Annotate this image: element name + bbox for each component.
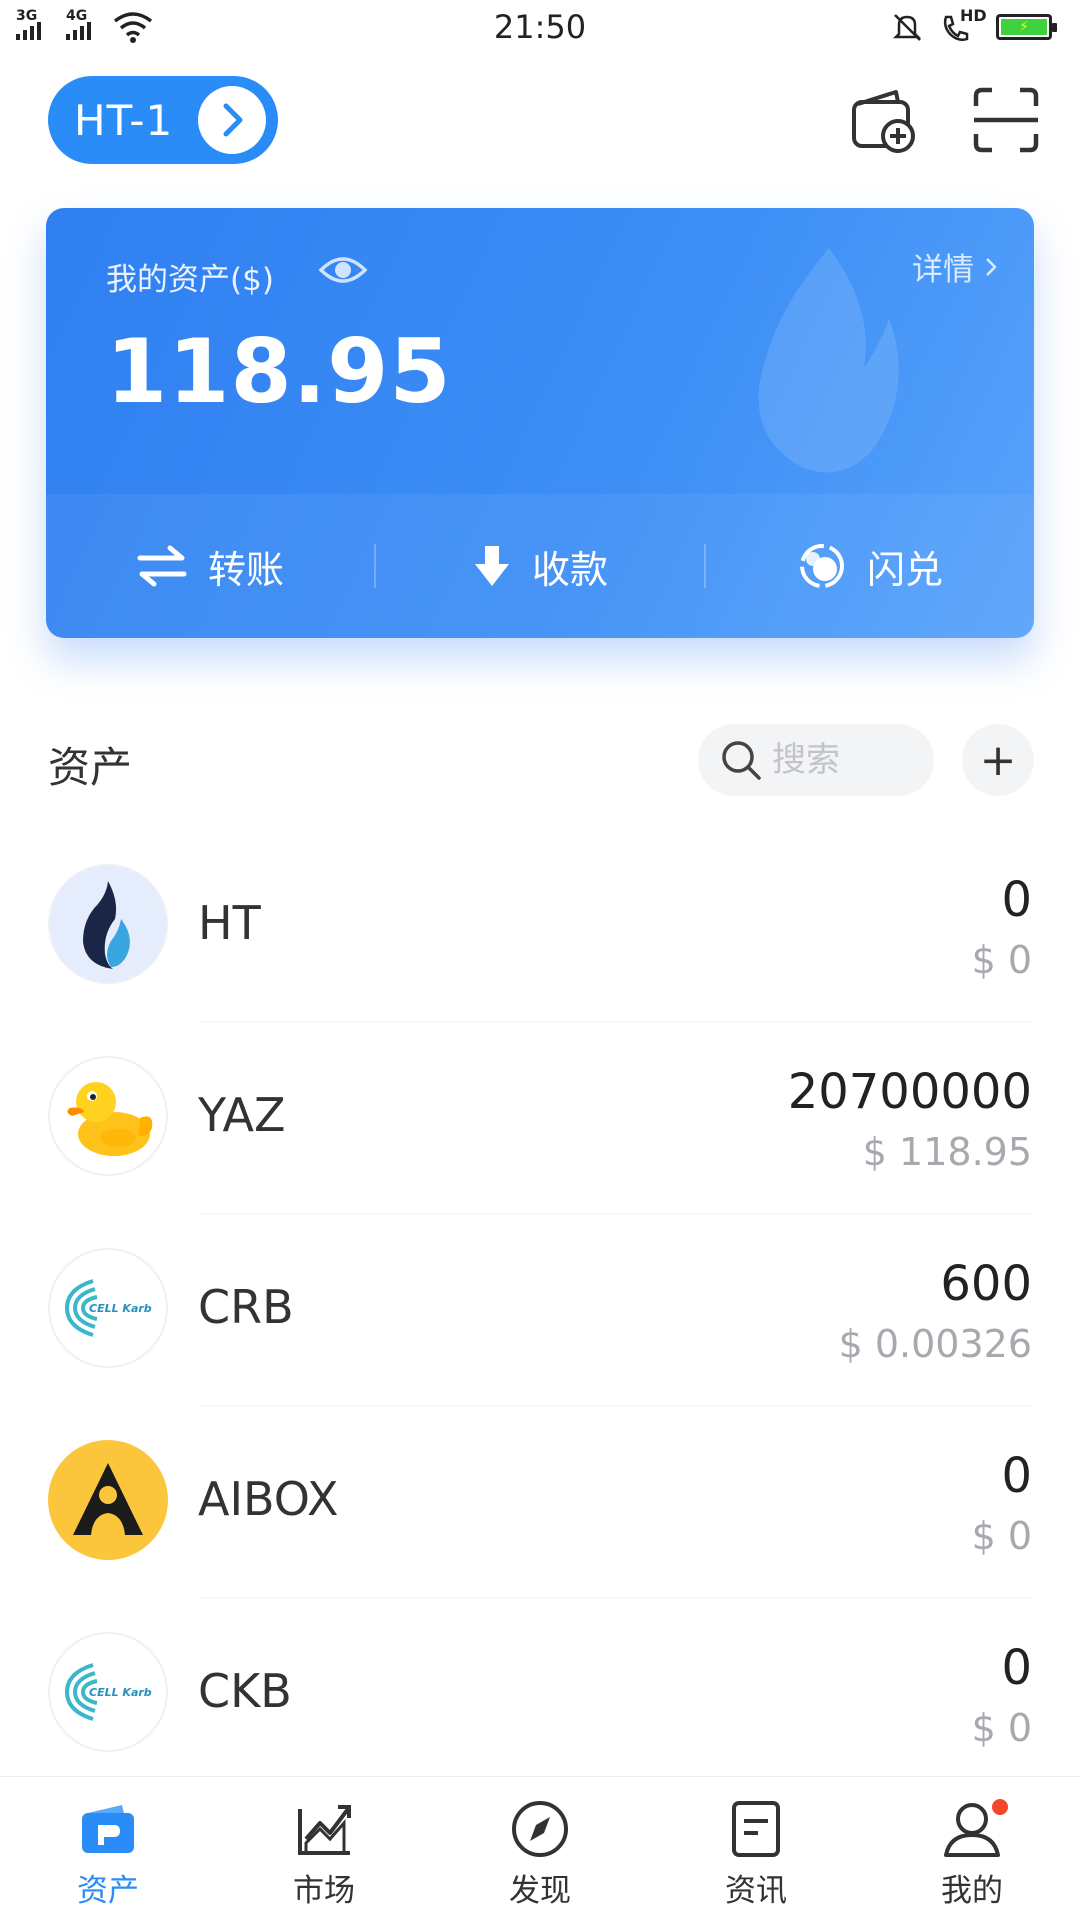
cell-karb-logo-text: CELL Karb [89,1686,152,1699]
token-list: HT 0 $ 0 YAZ 20700000 $ 118.95 CELL Karb… [0,830,1080,1790]
nav-market[interactable]: 市场 [216,1777,432,1920]
news-icon [732,1801,780,1857]
mute-bell-icon [892,14,922,41]
token-symbol: AIBOX [198,1472,339,1526]
battery-charging-icon: ⚡ [996,14,1057,40]
notification-dot [992,1799,1008,1815]
token-amount: 0 [1001,872,1032,928]
asset-card-label: 我的资产($) [106,262,274,298]
search-icon [722,741,761,780]
token-row-ht[interactable]: HT 0 $ 0 [0,830,1080,1022]
token-symbol: CKB [198,1664,292,1718]
token-row-ckb[interactable]: CELL Karb CKB 0 $ 0 [0,1598,1080,1790]
rubber-duck-logo [48,1056,168,1176]
bottom-nav: 资产 市场 发现 资讯 我的 [0,1776,1080,1920]
detail-link[interactable]: 详情 [912,244,998,289]
asset-card-actions: 转账 收款 闪兑 [46,494,1034,638]
status-right-group: HD ⚡ [890,6,1057,44]
total-balance: 118.95 [106,320,452,423]
nav-news[interactable]: 资讯 [648,1777,864,1920]
token-usd-value: $ 0 [971,1706,1032,1750]
asset-search[interactable] [698,724,934,796]
token-row-crb[interactable]: CELL Karb CRB 600 $ 0.00326 [0,1214,1080,1406]
nav-discover[interactable]: 发现 [432,1777,648,1920]
token-amount: 0 [1001,1640,1032,1696]
swap-label: 闪兑 [866,547,943,592]
huobi-watermark-icon [758,248,899,473]
token-usd-value: $ 0 [971,938,1032,982]
token-symbol: CRB [198,1280,294,1334]
nav-market-label: 市场 [293,1873,355,1909]
nav-assets-label: 资产 [77,1873,139,1909]
market-chart-icon [298,1805,351,1855]
chevron-right-icon [198,86,266,154]
asset-card: 我的资产($) 详情 118.95 转账 收款 闪兑 [46,208,1034,638]
hd-label: HD [960,6,987,25]
wallet-icon [82,1805,134,1853]
transfer-icon [137,545,187,587]
token-usd-value: $ 0.00326 [838,1322,1032,1366]
token-row-yaz[interactable]: YAZ 20700000 $ 118.95 [0,1022,1080,1214]
chevron-right-small-icon [986,257,997,276]
add-wallet-icon[interactable] [848,84,920,156]
ht-flame-logo [48,864,168,984]
token-amount: 20700000 [787,1064,1032,1120]
token-amount: 0 [1001,1448,1032,1504]
receive-button[interactable]: 收款 [376,539,704,594]
receive-label: 收款 [531,547,608,592]
cell-karb-logo: CELL Karb [48,1248,168,1368]
token-symbol: HT [198,896,261,950]
token-usd-value: $ 0 [971,1514,1032,1558]
swap-icon [799,544,844,588]
compass-icon [512,1801,568,1857]
assets-section-title: 资产 [48,743,133,792]
nav-news-label: 资讯 [725,1873,787,1909]
status-bar: 3G 4G 21:50 HD ⚡ [0,0,1080,60]
cell-karb-logo: CELL Karb [48,1632,168,1752]
aibox-logo [48,1440,168,1560]
nav-profile[interactable]: 我的 [864,1777,1080,1920]
transfer-button[interactable]: 转账 [46,539,374,594]
search-input[interactable] [772,740,922,780]
receive-icon [474,546,509,586]
detail-label: 详情 [912,252,974,288]
cell-karb-logo-text: CELL Karb [89,1302,152,1315]
nav-profile-label: 我的 [941,1873,1003,1909]
transfer-label: 转账 [207,547,284,592]
swap-button[interactable]: 闪兑 [706,539,1034,594]
token-symbol: YAZ [198,1088,286,1142]
wallet-name: HT-1 [74,95,174,145]
scan-icon[interactable] [970,84,1042,156]
token-usd-value: $ 118.95 [862,1130,1032,1174]
add-asset-button[interactable]: + [962,724,1034,796]
wallet-switcher[interactable]: HT-1 [48,76,278,164]
hd-call-icon: HD [938,6,987,44]
nav-assets[interactable]: 资产 [0,1777,216,1920]
nav-discover-label: 发现 [509,1873,571,1909]
token-amount: 600 [940,1256,1032,1312]
token-row-aibox[interactable]: AIBOX 0 $ 0 [0,1406,1080,1598]
eye-icon[interactable] [318,250,368,290]
